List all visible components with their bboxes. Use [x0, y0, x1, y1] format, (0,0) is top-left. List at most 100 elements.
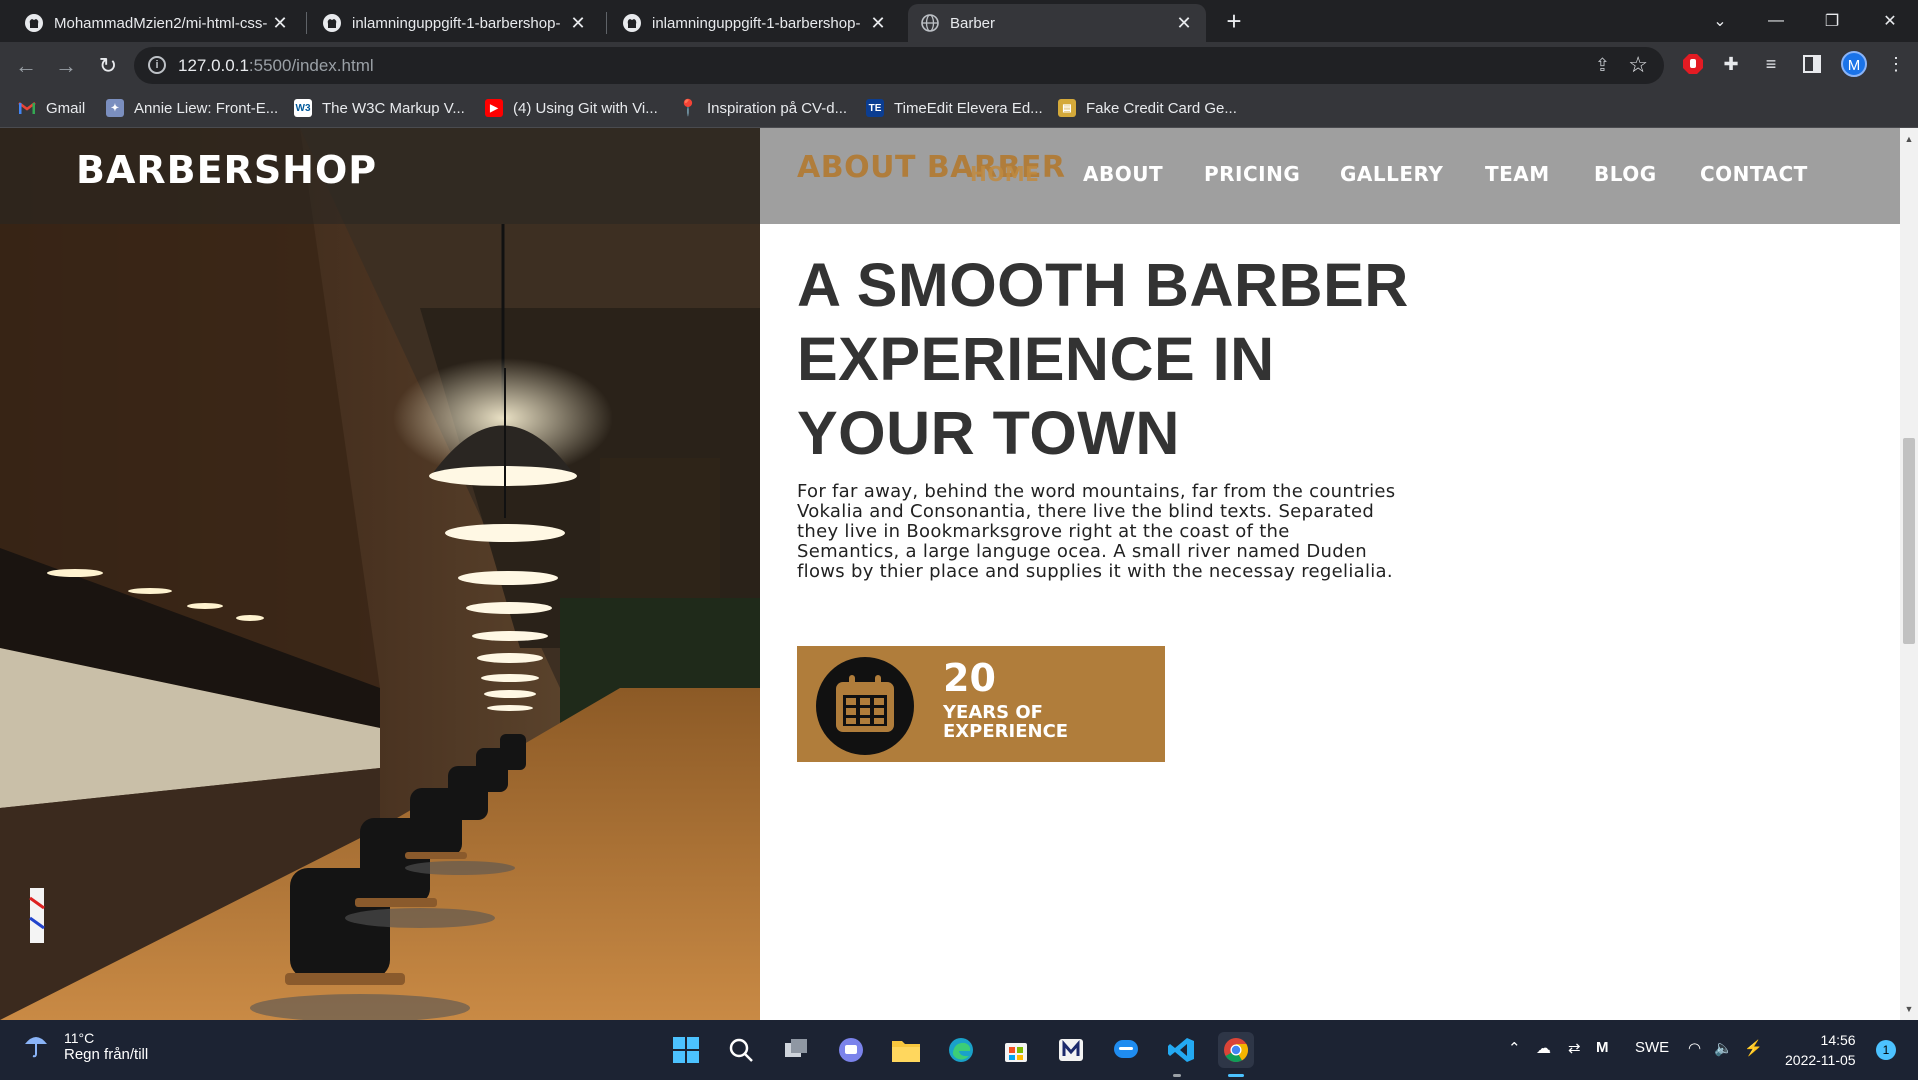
share-icon[interactable]: ⇪ — [1595, 55, 1610, 76]
tab-separator — [606, 12, 607, 34]
weather-widget[interactable]: 11°C Regn från/till — [22, 1030, 148, 1063]
minimize-icon[interactable]: — — [1748, 0, 1804, 42]
umbrella-rain-icon — [22, 1030, 52, 1063]
timeedit-icon: TE — [866, 99, 884, 117]
w3c-icon: W3 — [294, 99, 312, 117]
bookmark-youtube[interactable]: ▶ (4) Using Git with Vi... — [485, 97, 658, 119]
browser-toolbar: ← → ↻ i 127.0.0.1:5500/index.html ⇪ ☆ — [0, 42, 1918, 89]
close-icon[interactable]: ✕ — [270, 13, 290, 33]
search-icon[interactable] — [723, 1032, 759, 1068]
messenger-chat-icon[interactable] — [1108, 1032, 1144, 1068]
bookmark-label: (4) Using Git with Vi... — [513, 99, 658, 117]
scroll-up-arrow-icon[interactable]: ▲ — [1904, 134, 1914, 144]
clock-date: 2022-11-05 — [1785, 1052, 1856, 1068]
page-scrollbar[interactable]: ▲ ▼ — [1900, 128, 1918, 1020]
close-icon[interactable]: ✕ — [568, 13, 588, 33]
barbershop-interior-image — [0, 128, 760, 1020]
bookmark-label: Fake Credit Card Ge... — [1086, 99, 1237, 117]
bookmark-w3c[interactable]: W3 The W3C Markup V... — [294, 97, 465, 119]
nav-blog[interactable]: BLOG — [1594, 162, 1657, 186]
tab-github-1[interactable]: MohammadMzien2/mi-html-css- ✕ — [12, 4, 302, 42]
weather-temperature: 11°C — [64, 1030, 95, 1046]
system-clock[interactable]: 14:56 2022-11-05 — [1785, 1030, 1856, 1070]
bookmark-label: TimeEdit Elevera Ed... — [894, 99, 1043, 117]
bookmarks-bar: Gmail ✦ Annie Liew: Front-E... W3 The W3… — [0, 89, 1918, 128]
tray-overflow-chevron-icon[interactable]: ⌃ — [1508, 1039, 1521, 1057]
extensions-puzzle-icon[interactable]: ✚ — [1719, 52, 1743, 76]
page-viewport: BARBERSHOP ABOUT BARBER HOME ABOUT PRICI… — [0, 128, 1900, 1020]
microsoft-store-icon[interactable] — [998, 1032, 1034, 1068]
meet-app-tray-icon[interactable]: M — [1596, 1039, 1609, 1056]
teams-chat-icon[interactable] — [833, 1032, 869, 1068]
card-icon: ▤ — [1058, 99, 1076, 117]
scroll-thumb[interactable] — [1903, 438, 1915, 644]
hero-headline: A SMOOTH BARBER EXPERIENCE IN YOUR TOWN — [797, 251, 1409, 467]
wifi-icon[interactable]: ◠ — [1688, 1039, 1701, 1057]
close-icon[interactable]: ✕ — [1174, 13, 1194, 33]
youtube-icon: ▶ — [485, 99, 503, 117]
windows-start-icon[interactable] — [668, 1032, 704, 1068]
bookmark-gmail[interactable]: Gmail — [18, 97, 85, 119]
tab-github-2[interactable]: inlamninguppgift-1-barbershop- ✕ — [310, 4, 600, 42]
site-info-icon[interactable]: i — [148, 56, 166, 74]
years-number: 20 — [943, 656, 996, 700]
window-close-icon[interactable]: ✕ — [1862, 0, 1918, 42]
adblock-extension-icon[interactable] — [1681, 52, 1705, 76]
url-path: :5500/index.html — [248, 56, 374, 75]
onedrive-cloud-icon[interactable]: ☁ — [1536, 1039, 1551, 1057]
bookmark-annie-liew[interactable]: ✦ Annie Liew: Front-E... — [106, 97, 278, 119]
side-panel-icon[interactable] — [1800, 52, 1824, 76]
nav-home[interactable]: HOME — [970, 162, 1039, 186]
github-icon — [622, 13, 642, 33]
menu-kebab-icon[interactable]: ⋮ — [1884, 52, 1908, 76]
pin-icon: 📍 — [678, 100, 698, 117]
bookmark-label: Inspiration på CV-d... — [707, 99, 848, 117]
nav-pricing[interactable]: PRICING — [1204, 162, 1300, 186]
reload-icon[interactable]: ↻ — [92, 50, 124, 82]
browser-tab-bar: MohammadMzien2/mi-html-css- ✕ inlamningu… — [0, 0, 1918, 42]
volume-icon[interactable]: 🔈 — [1714, 1039, 1733, 1057]
forward-icon[interactable]: → — [50, 50, 82, 82]
restore-icon[interactable]: ❐ — [1804, 0, 1860, 42]
bookmark-star-icon[interactable]: ☆ — [1628, 52, 1648, 78]
input-language[interactable]: SWE — [1635, 1039, 1669, 1056]
weather-condition: Regn från/till — [64, 1046, 149, 1063]
new-tab-button[interactable]: + — [1220, 7, 1248, 35]
nav-gallery[interactable]: GALLERY — [1340, 162, 1443, 186]
task-view-icon[interactable] — [778, 1032, 814, 1068]
tab-search-icon[interactable]: ⌄ — [1692, 0, 1748, 42]
bookmark-fake-credit-card[interactable]: ▤ Fake Credit Card Ge... — [1058, 97, 1237, 119]
site-header: BARBERSHOP ABOUT BARBER HOME ABOUT PRICI… — [0, 128, 1900, 224]
bookmark-label: Annie Liew: Front-E... — [134, 99, 279, 117]
bookmark-label: Gmail — [46, 99, 86, 117]
reading-list-icon[interactable]: ≡ — [1759, 52, 1783, 76]
tab-github-3[interactable]: inlamninguppgift-1-barbershop- ✕ — [610, 4, 900, 42]
url-host: 127.0.0.1 — [178, 56, 249, 75]
nav-team[interactable]: TEAM — [1485, 162, 1550, 186]
nav-about[interactable]: ABOUT — [1083, 162, 1163, 186]
close-icon[interactable]: ✕ — [868, 13, 888, 33]
nav-contact[interactable]: CONTACT — [1700, 162, 1808, 186]
back-icon[interactable]: ← — [10, 50, 42, 82]
github-icon — [322, 13, 342, 33]
profile-avatar[interactable]: M — [1841, 51, 1867, 77]
vscode-icon[interactable] — [1163, 1032, 1199, 1068]
bookmark-inspiration[interactable]: 📍 Inspiration på CV-d... — [678, 97, 848, 119]
years-label: YEARS OF EXPERIENCE — [943, 702, 1069, 742]
network-sync-icon[interactable]: ⇄ — [1568, 1039, 1581, 1057]
bookmark-timeedit[interactable]: TE TimeEdit Elevera Ed... — [866, 97, 1043, 119]
url-text[interactable]: 127.0.0.1:5500/index.html — [178, 56, 374, 76]
tab-title: inlamninguppgift-1-barbershop- — [652, 14, 861, 32]
site-logo[interactable]: BARBERSHOP — [76, 148, 377, 192]
scroll-down-arrow-icon[interactable]: ▼ — [1904, 1004, 1914, 1014]
mail-app-icon[interactable] — [1053, 1032, 1089, 1068]
chrome-icon[interactable] — [1218, 1032, 1254, 1068]
battery-plug-icon[interactable]: ⚡ — [1744, 1039, 1763, 1057]
notification-badge[interactable]: 1 — [1876, 1040, 1896, 1060]
tab-title: inlamninguppgift-1-barbershop- — [352, 14, 561, 32]
address-bar[interactable]: i 127.0.0.1:5500/index.html ⇪ ☆ — [134, 47, 1664, 84]
file-explorer-icon[interactable] — [888, 1032, 924, 1068]
tab-barber[interactable]: Barber ✕ — [908, 4, 1206, 42]
bookmark-label: The W3C Markup V... — [322, 99, 465, 117]
edge-browser-icon[interactable] — [943, 1032, 979, 1068]
